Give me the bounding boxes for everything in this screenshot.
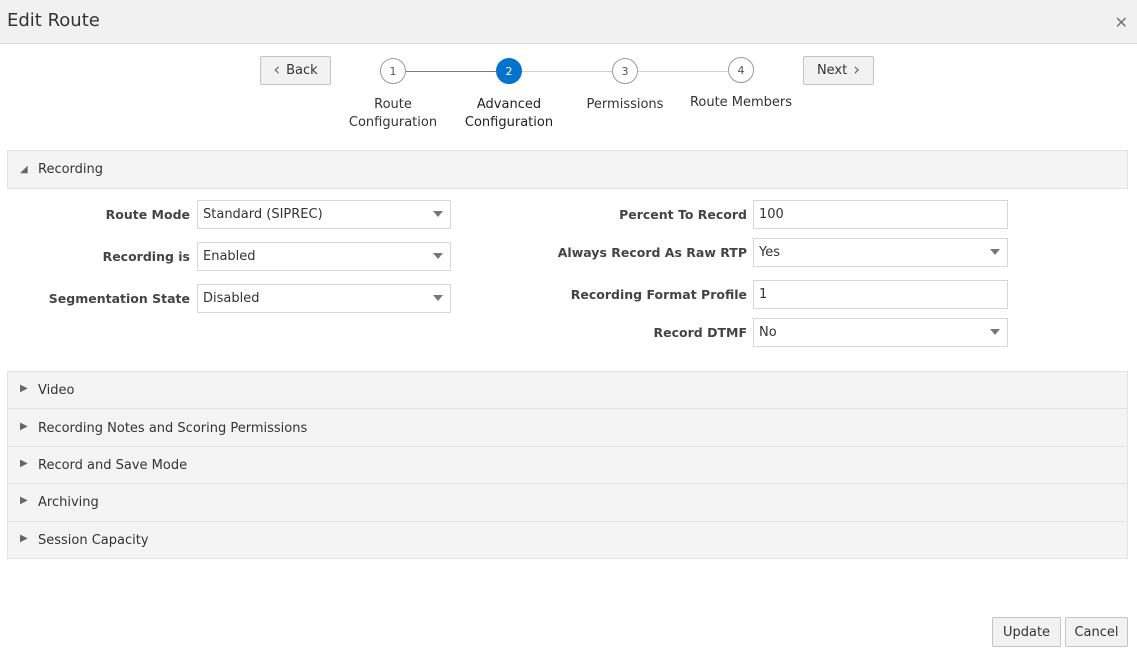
expand-triangle-icon: ▶ [20, 495, 28, 506]
section-record-save-mode[interactable]: ▶ Record and Save Mode [7, 446, 1128, 484]
chevron-down-icon [990, 329, 1000, 335]
segmentation-state-label: Segmentation State [48, 291, 190, 306]
percent-to-record-input[interactable]: 100 [753, 200, 1008, 229]
train-connector-3 [638, 71, 728, 72]
always-record-raw-rtp-label: Always Record As Raw RTP [557, 245, 747, 260]
percent-to-record-label: Percent To Record [619, 207, 747, 222]
chevron-left-icon: ‹ [273, 60, 281, 80]
section-recording-label: Recording [38, 162, 104, 177]
train-connector-1 [406, 71, 496, 72]
recording-format-profile-input[interactable]: 1 [753, 280, 1008, 309]
collapse-triangle-icon: ◢ [20, 164, 28, 175]
expand-triangle-icon: ▶ [20, 421, 28, 432]
cancel-button[interactable]: Cancel [1065, 617, 1128, 647]
dialog-title-bar: Edit Route ✕ [0, 0, 1137, 44]
chevron-down-icon [433, 211, 443, 217]
close-icon[interactable]: ✕ [1115, 13, 1128, 32]
train-stop-2[interactable]: 2 [496, 58, 522, 84]
train-step-3-label[interactable]: Permissions [570, 96, 680, 114]
expand-triangle-icon: ▶ [20, 458, 28, 469]
section-archiving[interactable]: ▶ Archiving [7, 483, 1128, 522]
back-button[interactable]: ‹ Back [260, 56, 331, 85]
section-recording[interactable]: ◢ Recording [7, 150, 1128, 189]
expand-triangle-icon: ▶ [20, 383, 28, 394]
expand-triangle-icon: ▶ [20, 533, 28, 544]
chevron-right-icon: › [853, 60, 861, 80]
next-button[interactable]: Next › [803, 56, 874, 85]
recording-is-label: Recording is [102, 249, 190, 264]
chevron-down-icon [990, 249, 1000, 255]
train-step-2-label[interactable]: Advanced Configuration [454, 96, 564, 132]
chevron-down-icon [433, 295, 443, 301]
next-label: Next [816, 63, 848, 78]
update-button[interactable]: Update [992, 617, 1061, 647]
recording-is-select[interactable]: Enabled [197, 242, 451, 271]
section-session-capacity[interactable]: ▶ Session Capacity [7, 521, 1128, 559]
train-stop-1[interactable]: 1 [380, 58, 406, 84]
always-record-raw-rtp-select[interactable]: Yes [753, 238, 1008, 267]
train-stop-3[interactable]: 3 [612, 58, 638, 84]
section-recording-notes[interactable]: ▶ Recording Notes and Scoring Permission… [7, 408, 1128, 447]
train-step-4-label[interactable]: Route Members [686, 94, 796, 112]
segmentation-state-select[interactable]: Disabled [197, 284, 451, 313]
back-label: Back [286, 63, 318, 78]
train-stop-4[interactable]: 4 [728, 57, 754, 83]
record-dtmf-label: Record DTMF [653, 325, 747, 340]
section-video[interactable]: ▶ Video [7, 371, 1128, 409]
dialog-title: Edit Route [7, 10, 100, 31]
route-mode-select[interactable]: Standard (SIPREC) [197, 200, 451, 229]
route-mode-label: Route Mode [105, 207, 190, 222]
train-connector-2 [522, 71, 612, 72]
record-dtmf-select[interactable]: No [753, 318, 1008, 347]
chevron-down-icon [433, 253, 443, 259]
train-step-1-label[interactable]: Route Configuration [338, 96, 448, 132]
recording-format-profile-label: Recording Format Profile [570, 287, 747, 302]
